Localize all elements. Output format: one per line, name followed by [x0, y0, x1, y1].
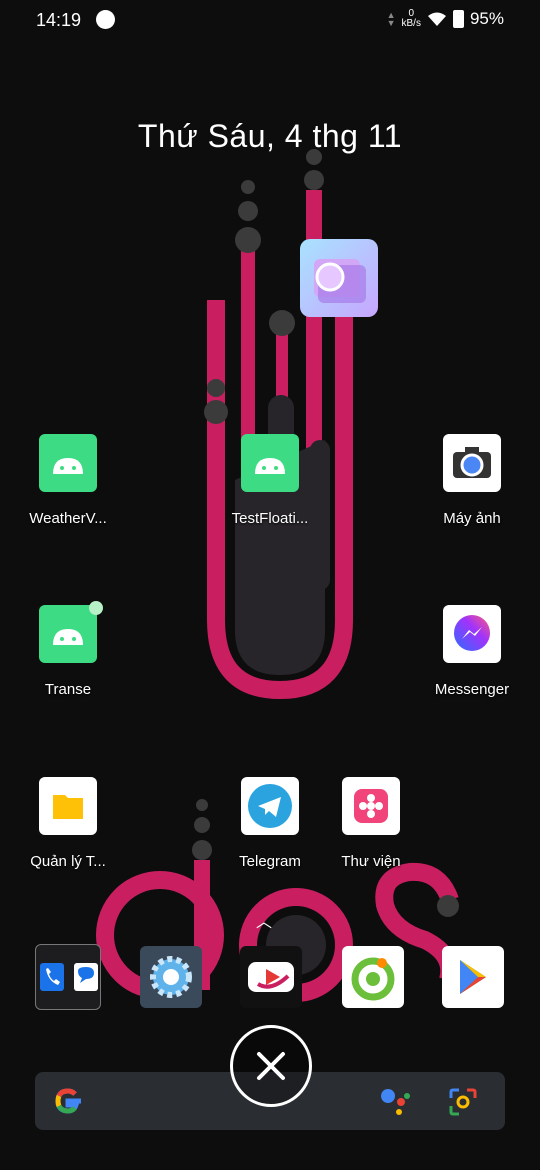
app-label: Quản lý T... [30, 853, 106, 870]
network-speed: 0 kB/s [402, 9, 421, 29]
app-files[interactable]: Quản lý T... [8, 777, 128, 870]
close-icon [257, 1052, 285, 1080]
app-messenger[interactable]: Messenger [412, 605, 532, 698]
app-label: Máy ảnh [443, 510, 501, 527]
status-time: 14:19 [36, 10, 82, 30]
coccoc-app[interactable] [342, 946, 404, 1008]
close-button[interactable] [230, 1025, 312, 1107]
floating-widget-icon [314, 259, 366, 303]
wifi-icon [427, 12, 446, 26]
status-right: ▲ ▼ 0 kB/s 95% [387, 9, 504, 29]
app-label: Transe [44, 681, 92, 698]
data-arrows-icon: ▲ ▼ [386, 10, 396, 28]
settings-app[interactable] [140, 946, 202, 1008]
video-player-icon [248, 962, 294, 992]
notification-badge [89, 601, 103, 615]
battery-icon [452, 10, 464, 28]
folder-icon [39, 777, 97, 835]
gallery-icon [342, 777, 400, 835]
status-bar: 14:19 ▲ ▼ 0 kB/s 95% [0, 0, 540, 40]
floating-widget[interactable] [300, 239, 378, 317]
android-icon [39, 601, 103, 663]
android-icon [39, 434, 97, 492]
video-app[interactable] [240, 946, 302, 1008]
lens-icon[interactable] [449, 1088, 477, 1116]
notification-dot-icon [96, 10, 115, 29]
chevron-up-icon[interactable]: ︿ [256, 908, 272, 932]
phone-messages-pair[interactable] [35, 944, 101, 1010]
app-weather[interactable]: WeatherV... [8, 434, 128, 527]
android-icon [241, 434, 299, 492]
app-label: Messenger [434, 681, 510, 698]
messenger-icon [443, 605, 501, 663]
app-testfloating[interactable]: TestFloati... [210, 434, 330, 527]
net-unit: kB/s [401, 18, 421, 29]
app-label: WeatherV... [29, 510, 107, 527]
play-store-app[interactable] [442, 946, 504, 1008]
phone-icon [40, 963, 64, 991]
google-logo-icon [55, 1088, 81, 1114]
battery-percent: 95% [469, 9, 504, 28]
play-store-icon [460, 960, 486, 994]
settings-icon [150, 956, 192, 998]
camera-icon [443, 434, 501, 492]
coccoc-browser-icon [351, 957, 395, 1001]
app-camera[interactable]: Máy ảnh [412, 434, 532, 527]
date-widget[interactable]: Thứ Sáu, 4 thg 11 [0, 118, 540, 155]
app-transe[interactable]: Transe [8, 601, 128, 698]
assistant-icon[interactable] [379, 1086, 411, 1116]
app-label: Thư viện [341, 853, 401, 870]
app-label: TestFloati... [231, 510, 309, 527]
app-gallery[interactable]: Thư viện [311, 777, 431, 870]
telegram-icon [241, 777, 299, 835]
